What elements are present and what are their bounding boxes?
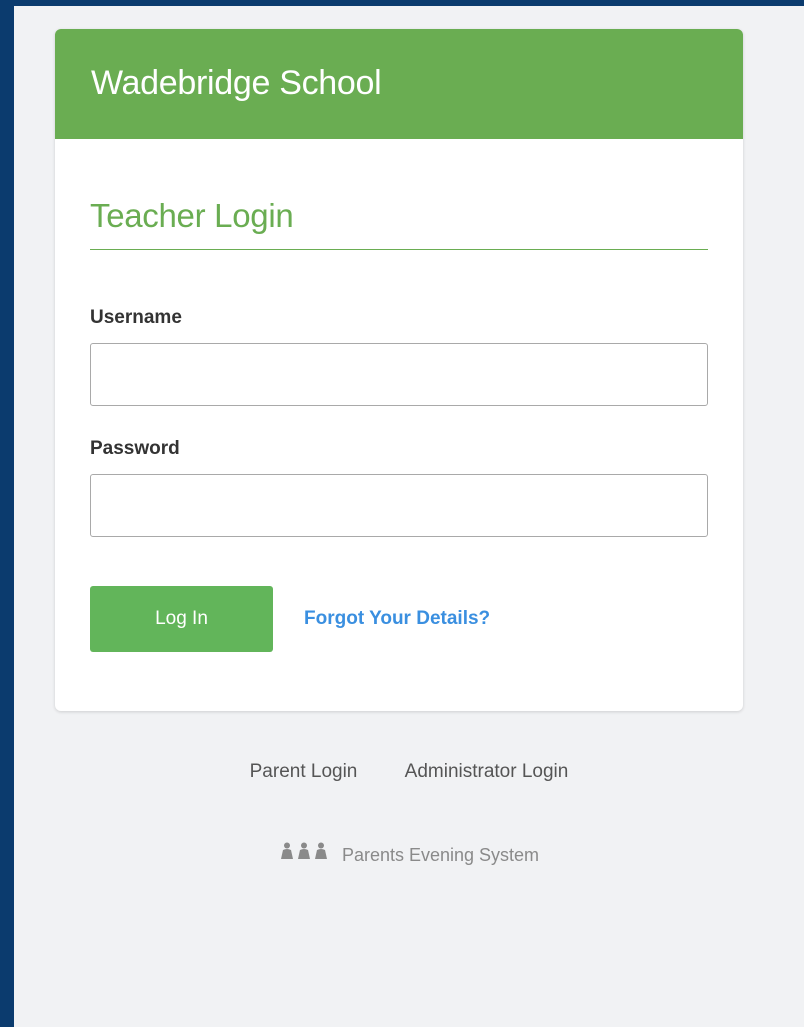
people-group-icon <box>279 842 329 865</box>
login-card: Wadebridge School Teacher Login Username… <box>55 29 743 711</box>
password-input[interactable] <box>90 474 708 537</box>
school-name: Wadebridge School <box>91 64 382 102</box>
password-label: Password <box>90 438 180 459</box>
forgot-details-link[interactable]: Forgot Your Details? <box>304 608 490 630</box>
username-label: Username <box>90 307 182 328</box>
parent-login-link[interactable]: Parent Login <box>250 761 358 782</box>
product-branding: Parents Evening System <box>14 842 804 866</box>
log-in-button[interactable]: Log In <box>90 586 273 652</box>
username-input[interactable] <box>90 343 708 406</box>
page-viewport: Wadebridge School Teacher Login Username… <box>14 6 804 1027</box>
title-divider <box>90 249 708 250</box>
card-header: Wadebridge School <box>55 29 743 139</box>
login-title: Teacher Login <box>90 197 294 234</box>
alternate-logins: Parent Login Administrator Login <box>14 761 804 783</box>
product-name: Parents Evening System <box>341 844 540 865</box>
administrator-login-link[interactable]: Administrator Login <box>405 761 569 782</box>
